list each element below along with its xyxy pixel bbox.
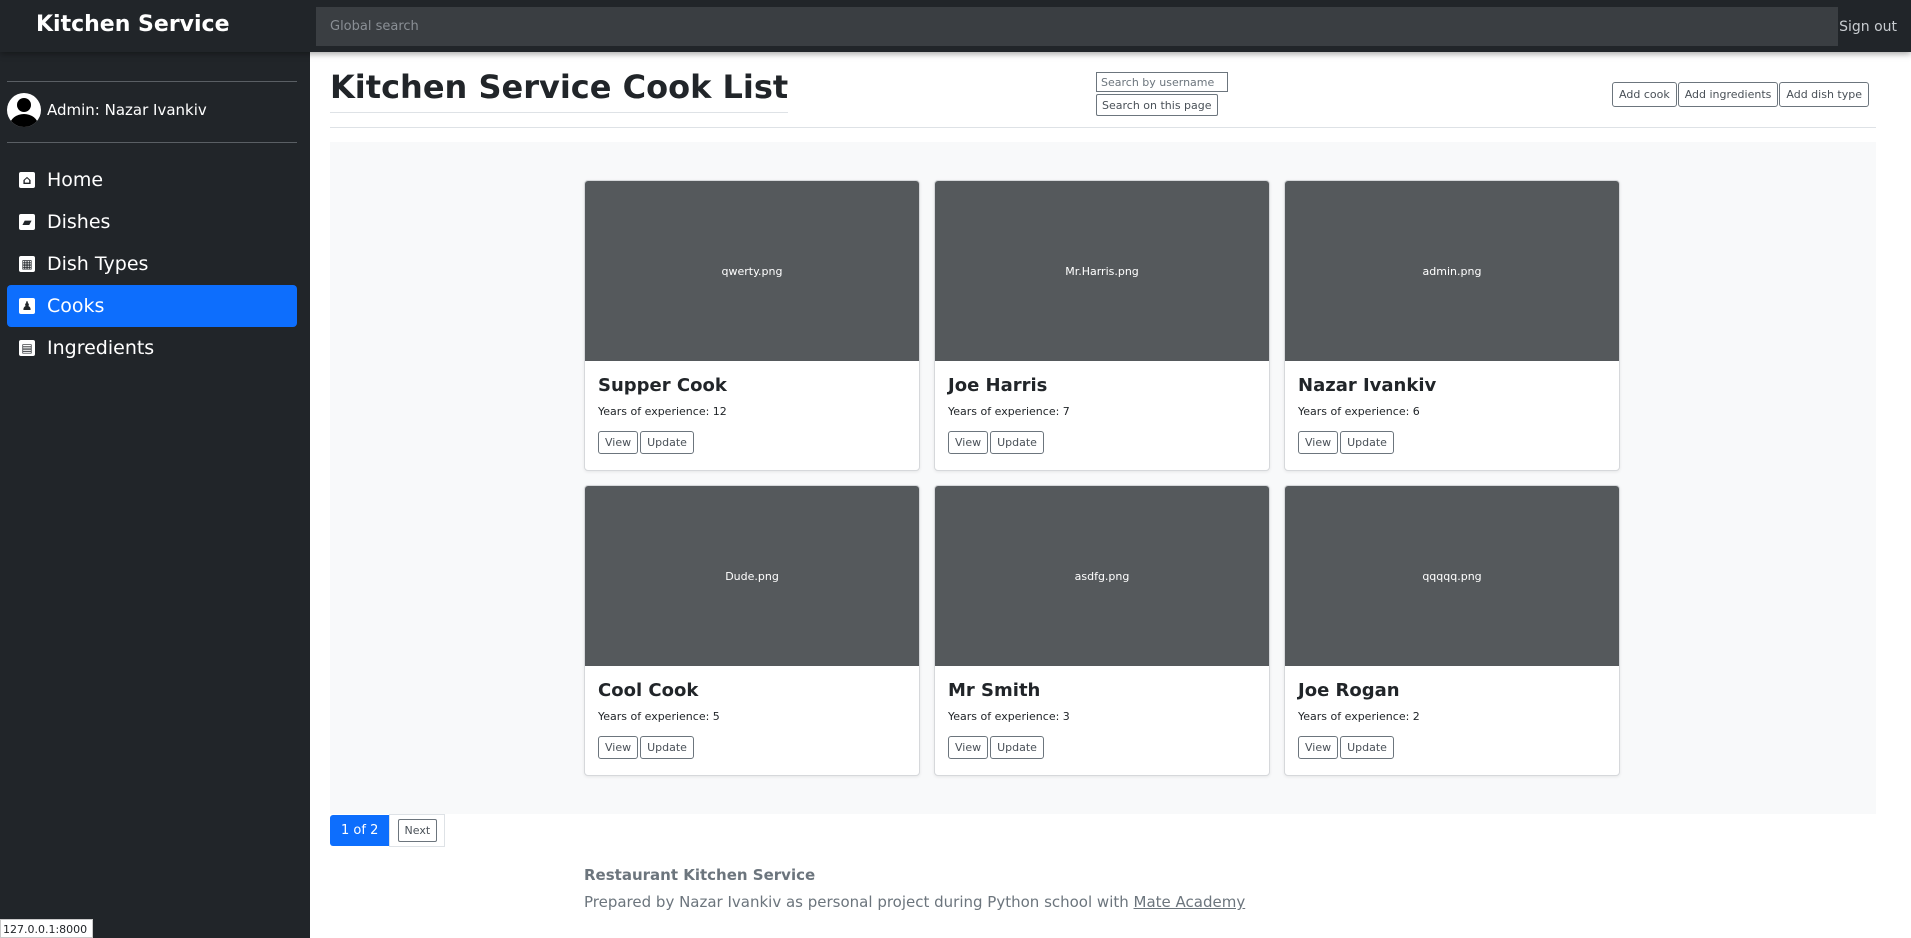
sidebar-item-cooks[interactable]: ♟ Cooks [7, 285, 297, 327]
footer-title: Restaurant Kitchen Service [584, 866, 816, 884]
cook-card: qqqqq.png Joe Rogan Years of experience:… [1284, 485, 1620, 776]
sidebar-item-dish-types[interactable]: ▦ Dish Types [7, 243, 297, 285]
admin-profile: Admin: Nazar Ivankiv [7, 92, 207, 128]
top-navbar: Kitchen Service Sign out [0, 0, 1911, 52]
sidebar-divider [7, 81, 297, 82]
view-button[interactable]: View [948, 431, 989, 454]
sidebar-item-ingredients[interactable]: ▤ Ingredients [7, 327, 297, 369]
cook-name: Cool Cook [598, 680, 699, 701]
dishes-icon: ▰ [19, 214, 35, 230]
view-button[interactable]: View [1298, 431, 1339, 454]
header-divider [330, 127, 1876, 128]
sidebar-nav: ⌂ Home ▰ Dishes ▦ Dish Types ♟ Cooks ▤ I… [7, 159, 297, 369]
sidebar-item-label: Ingredients [47, 337, 155, 359]
cook-image-placeholder: qqqqq.png [1285, 486, 1619, 666]
brand-title[interactable]: Kitchen Service [36, 0, 230, 50]
page-indicator: 1 of 2 [330, 815, 390, 846]
cook-experience: Years of experience: 3 [948, 710, 1070, 723]
update-button[interactable]: Update [640, 431, 694, 454]
action-buttons: Add cook Add ingredients Add dish type [1611, 82, 1869, 107]
home-icon: ⌂ [19, 172, 35, 188]
cook-card: admin.png Nazar Ivankiv Years of experie… [1284, 180, 1620, 471]
cook-experience: Years of experience: 2 [1298, 710, 1420, 723]
cook-experience: Years of experience: 7 [948, 405, 1070, 418]
view-button[interactable]: View [1298, 736, 1339, 759]
cooks-icon: ♟ [19, 298, 35, 314]
cook-name: Supper Cook [598, 375, 727, 396]
sidebar-item-home[interactable]: ⌂ Home [7, 159, 297, 201]
cook-name: Nazar Ivankiv [1298, 375, 1437, 396]
update-button[interactable]: Update [990, 736, 1044, 759]
sidebar-item-label: Home [47, 169, 104, 191]
update-button[interactable]: Update [640, 736, 694, 759]
next-page-button[interactable]: Next [397, 819, 438, 842]
pagination: 1 of 2 Next [330, 814, 446, 847]
view-button[interactable]: View [598, 736, 639, 759]
cook-image-placeholder: qwerty.png [585, 181, 919, 361]
sidebar-item-label: Dishes [47, 211, 111, 233]
add-dish-type-button[interactable]: Add dish type [1779, 82, 1869, 107]
add-cook-button[interactable]: Add cook [1612, 82, 1677, 107]
ingredients-icon: ▤ [19, 340, 35, 356]
view-button[interactable]: View [598, 431, 639, 454]
search-on-page-button[interactable]: Search on this page [1096, 94, 1218, 116]
cook-card-grid: qwerty.png Supper Cook Years of experien… [330, 142, 1876, 814]
cook-experience: Years of experience: 5 [598, 710, 720, 723]
cook-image-placeholder: asdfg.png [935, 486, 1269, 666]
view-button[interactable]: View [948, 736, 989, 759]
cook-card: asdfg.png Mr Smith Years of experience: … [934, 485, 1270, 776]
update-button[interactable]: Update [990, 431, 1044, 454]
dish-types-icon: ▦ [19, 256, 35, 272]
cook-image-placeholder: admin.png [1285, 181, 1619, 361]
page-title: Kitchen Service Cook List [330, 68, 789, 113]
cook-image-placeholder: Dude.png [585, 486, 919, 666]
sidebar-item-label: Cooks [47, 295, 105, 317]
mate-academy-link[interactable]: Mate Academy [1134, 893, 1246, 911]
admin-label: Admin: Nazar Ivankiv [47, 101, 207, 119]
sidebar-divider [7, 142, 297, 143]
update-button[interactable]: Update [1340, 736, 1394, 759]
cook-card: Dude.png Cool Cook Years of experience: … [584, 485, 920, 776]
cook-card: qwerty.png Supper Cook Years of experien… [584, 180, 920, 471]
cook-name: Mr Smith [948, 680, 1041, 701]
sidebar: Admin: Nazar Ivankiv ⌂ Home ▰ Dishes ▦ D… [0, 52, 310, 938]
cook-experience: Years of experience: 6 [1298, 405, 1420, 418]
cook-card: Mr.Harris.png Joe Harris Years of experi… [934, 180, 1270, 471]
search-username-input[interactable] [1096, 72, 1228, 92]
cook-name: Joe Rogan [1298, 680, 1400, 701]
cook-name: Joe Harris [948, 375, 1048, 396]
avatar-icon [7, 93, 41, 127]
status-bar-url: 127.0.0.1:8000 [0, 919, 94, 938]
sidebar-item-dishes[interactable]: ▰ Dishes [7, 201, 297, 243]
sidebar-item-label: Dish Types [47, 253, 149, 275]
sign-out-link[interactable]: Sign out [1839, 0, 1897, 54]
cook-experience: Years of experience: 12 [598, 405, 727, 418]
global-search-input[interactable] [316, 7, 1838, 46]
cook-image-placeholder: Mr.Harris.png [935, 181, 1269, 361]
update-button[interactable]: Update [1340, 431, 1394, 454]
footer-text: Prepared by Nazar Ivankiv as personal pr… [584, 893, 1246, 911]
add-ingredients-button[interactable]: Add ingredients [1677, 82, 1779, 107]
